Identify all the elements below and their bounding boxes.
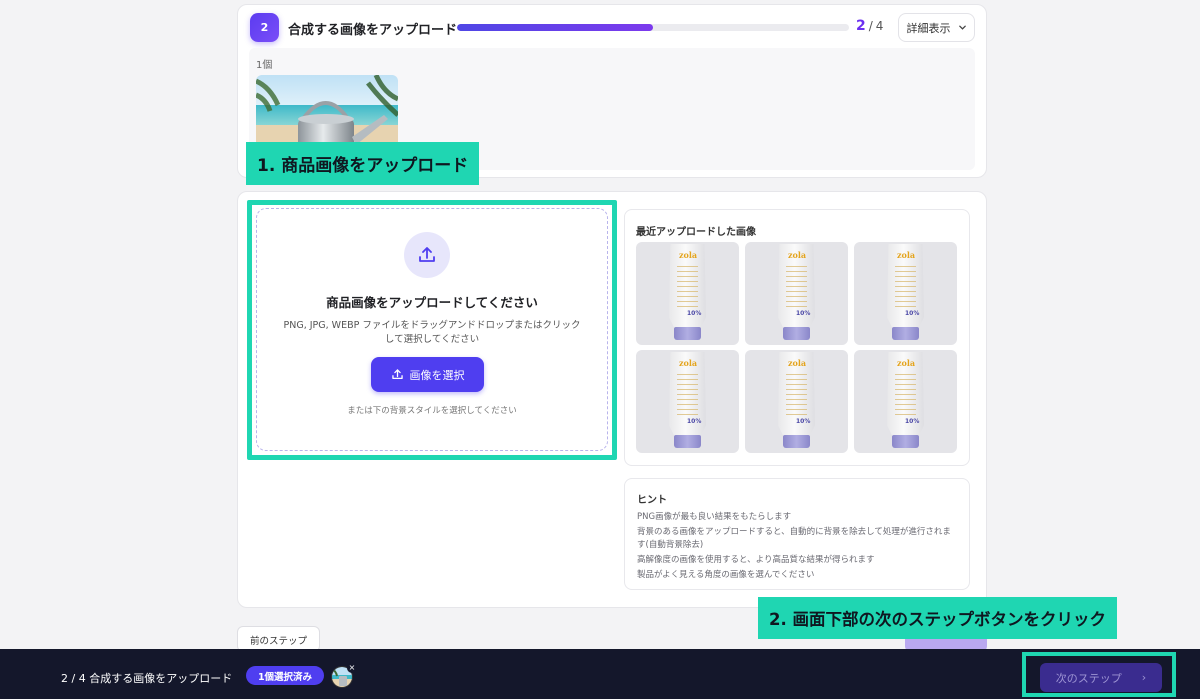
product-label-text: [895, 266, 916, 308]
hint-item: 製品がよく見える角度の画像を選んでください: [637, 570, 815, 580]
product-label-text: [895, 374, 916, 416]
recent-uploads-title: 最近アップロードした画像: [636, 227, 756, 238]
recent-upload-item[interactable]: zola 10%: [745, 242, 848, 345]
product-tube-cap: [674, 435, 701, 448]
product-tube-cap: [783, 435, 810, 448]
step-number-badge: 2: [250, 13, 279, 42]
upload-highlight-frame: 商品画像をアップロードしてください PNG, JPG, WEBP ファイルをドラ…: [247, 200, 617, 460]
step-separator: /: [868, 19, 873, 33]
product-tube-cap: [674, 327, 701, 340]
product-badge: 10%: [687, 418, 702, 425]
product-logo: zola: [679, 250, 698, 260]
recent-uploads-card: 最近アップロードした画像 zola 10% zola 10% zola 10% zola 10…: [624, 209, 970, 466]
recent-upload-item[interactable]: zola 10%: [636, 242, 739, 345]
product-badge: 10%: [687, 310, 702, 317]
uploaded-count: 1個: [256, 60, 273, 71]
upload-alternative-text: または下の背景スタイルを選択してください: [347, 406, 517, 416]
footer-bar: 2 / 4 合成する画像をアップロード 1個選択済み ×: [0, 649, 1200, 699]
step-current: 2: [856, 18, 866, 34]
product-badge: 10%: [796, 418, 811, 425]
upload-icon: [419, 247, 435, 262]
recent-upload-item[interactable]: zola 10%: [854, 350, 957, 453]
upload-title: 商品画像をアップロードしてください: [326, 295, 538, 310]
step-progress-fill: [457, 24, 653, 31]
annotation-upload-product: 1. 商品画像をアップロード: [246, 142, 480, 185]
product-label-text: [677, 374, 698, 416]
hints-list: PNG画像が最も良い結果をもたらします 背景のある画像をアップロードすると、自動…: [637, 511, 959, 584]
selected-count-badge: 1個選択済み: [246, 666, 324, 685]
hint-item: 背景のある画像をアップロードすると、自動的に背景を除去して処理が進行されます(自…: [637, 527, 951, 550]
product-badge: 10%: [796, 310, 811, 317]
upload-main-card: 商品画像をアップロードしてください PNG, JPG, WEBP ファイルをドラ…: [237, 191, 987, 608]
hints-title: ヒント: [637, 495, 667, 506]
product-logo: zola: [679, 358, 698, 368]
product-label-text: [786, 266, 807, 308]
chevron-right-icon: ›: [1141, 671, 1147, 684]
upload-icon-circle: [404, 232, 450, 278]
product-logo: zola: [897, 358, 916, 368]
product-logo: zola: [897, 250, 916, 260]
recent-upload-item[interactable]: zola 10%: [745, 350, 848, 453]
product-label-text: [677, 266, 698, 308]
hint-item: 高解像度の画像を使用すると、より高品質な結果が得られます: [637, 555, 875, 565]
upload-description: PNG, JPG, WEBP ファイルをドラッグアンドドロップまたはクリックして…: [283, 320, 581, 345]
annotation-click-next: 2. 画面下部の次のステップボタンをクリック: [758, 597, 1117, 639]
select-image-button[interactable]: 画像を選択: [371, 357, 484, 392]
details-label: 詳細表示: [906, 21, 951, 35]
next-step-button[interactable]: 次のステップ ›: [1040, 663, 1162, 692]
product-tube-cap: [892, 327, 919, 340]
upload-dropzone[interactable]: 商品画像をアップロードしてください PNG, JPG, WEBP ファイルをドラ…: [256, 208, 608, 451]
product-logo: zola: [788, 250, 807, 260]
step-counter: 2 / 4: [856, 18, 883, 34]
hint-item: PNG画像が最も良い結果をもたらします: [637, 512, 792, 522]
upload-icon: [391, 369, 403, 380]
step-progress-bar: [457, 24, 849, 31]
product-tube-cap: [783, 327, 810, 340]
hints-card: ヒント PNG画像が最も良い結果をもたらします 背景のある画像をアップロードする…: [624, 478, 970, 590]
product-label-text: [786, 374, 807, 416]
select-image-label: 画像を選択: [409, 368, 465, 382]
step-total: 4: [875, 19, 884, 33]
step-title: 合成する画像をアップロード: [288, 23, 458, 38]
remove-selection-icon[interactable]: ×: [347, 663, 357, 673]
product-badge: 10%: [905, 418, 920, 425]
product-badge: 10%: [905, 310, 920, 317]
chevron-down-icon: [958, 25, 966, 30]
product-logo: zola: [788, 358, 807, 368]
recent-upload-item[interactable]: zola 10%: [854, 242, 957, 345]
recent-uploads-grid: zola 10% zola 10% zola 10% zola 10% zola 10% zola 1…: [636, 242, 957, 453]
details-toggle-button[interactable]: 詳細表示: [898, 13, 975, 42]
next-step-label: 次のステップ: [1055, 671, 1122, 685]
footer-step-status: 2 / 4 合成する画像をアップロード: [61, 672, 233, 685]
product-tube-cap: [892, 435, 919, 448]
recent-upload-item[interactable]: zola 10%: [636, 350, 739, 453]
